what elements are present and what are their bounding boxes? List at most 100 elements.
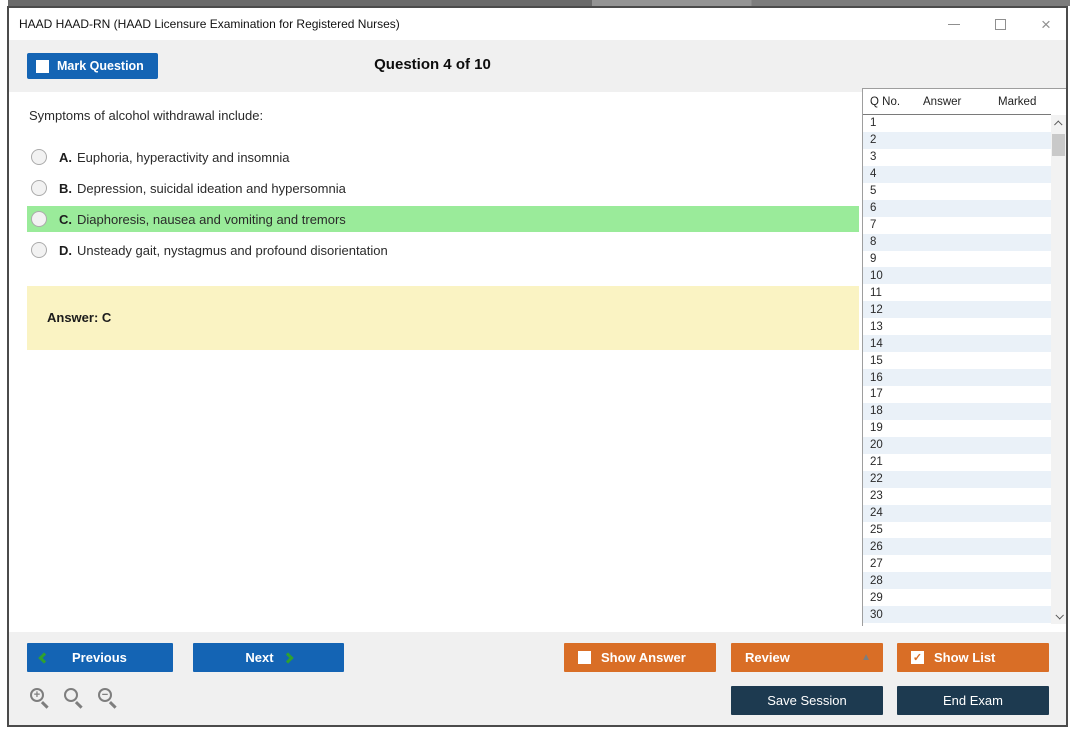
- radio-icon[interactable]: [31, 211, 47, 227]
- show-list-button[interactable]: ✓ Show List: [897, 643, 1049, 672]
- radio-icon[interactable]: [31, 149, 47, 165]
- question-list-row[interactable]: 1: [863, 115, 1051, 132]
- question-list-row[interactable]: 6: [863, 199, 1051, 217]
- question-number: 10: [870, 269, 883, 282]
- zoom-out-icon[interactable]: −: [97, 687, 121, 711]
- question-list-row[interactable]: 5: [863, 182, 1051, 200]
- question-list-row[interactable]: 22: [863, 470, 1051, 488]
- question-list-row[interactable]: 4: [863, 165, 1051, 183]
- option-b[interactable]: B. Depression, suicidal ideation and hyp…: [27, 175, 859, 201]
- option-letter: D.: [59, 242, 72, 258]
- question-number: 24: [870, 507, 883, 520]
- question-area: Symptoms of alcohol withdrawal include: …: [9, 88, 1066, 632]
- window-title: HAAD HAAD-RN (HAAD Licensure Examination…: [19, 17, 400, 31]
- question-list-row[interactable]: 11: [863, 284, 1051, 302]
- question-list-row[interactable]: 7: [863, 216, 1051, 234]
- scroll-up-button[interactable]: [1051, 115, 1066, 132]
- question-list-row[interactable]: 3: [863, 148, 1051, 166]
- radio-icon[interactable]: [31, 242, 47, 258]
- previous-label: Previous: [72, 650, 127, 665]
- close-button[interactable]: ×: [1036, 14, 1056, 34]
- close-icon: ×: [1041, 14, 1051, 34]
- option-text: Depression, suicidal ideation and hypers…: [77, 180, 346, 196]
- end-exam-button[interactable]: End Exam: [897, 686, 1049, 715]
- option-c-highlighted[interactable]: C. Diaphoresis, nausea and vomiting and …: [27, 206, 859, 232]
- column-header-qno: Q No.: [870, 96, 901, 108]
- question-list-row[interactable]: 24: [863, 504, 1051, 522]
- question-list-row[interactable]: 23: [863, 487, 1051, 505]
- option-letter: C.: [59, 211, 72, 227]
- question-number: 19: [870, 422, 883, 435]
- maximize-icon: [994, 18, 1006, 30]
- question-list-row[interactable]: 13: [863, 318, 1051, 336]
- option-a[interactable]: A. Euphoria, hyperactivity and insomnia: [27, 144, 859, 170]
- options-list: A. Euphoria, hyperactivity and insomnia …: [27, 144, 859, 268]
- maximize-button[interactable]: [990, 14, 1010, 34]
- question-list-row[interactable]: 15: [863, 352, 1051, 370]
- question-number: 14: [870, 337, 883, 350]
- question-number: 28: [870, 574, 883, 587]
- question-number: 15: [870, 354, 883, 367]
- question-list-row[interactable]: 26: [863, 538, 1051, 556]
- previous-button[interactable]: Previous: [27, 643, 173, 672]
- question-number: 17: [870, 388, 883, 401]
- question-list-row[interactable]: 9: [863, 250, 1051, 268]
- show-list-checkbox[interactable]: ✓: [911, 651, 924, 664]
- scrollbar[interactable]: [1051, 115, 1066, 624]
- show-answer-checkbox[interactable]: [578, 651, 591, 664]
- question-number: 1: [870, 117, 877, 130]
- zoom-icon[interactable]: [63, 687, 87, 711]
- title-bar: HAAD HAAD-RN (HAAD Licensure Examination…: [9, 8, 1066, 40]
- question-number: 13: [870, 320, 883, 333]
- question-number: 7: [870, 219, 877, 232]
- answer-box: Answer: C: [27, 286, 859, 350]
- question-number: 12: [870, 303, 883, 316]
- question-number: 30: [870, 608, 883, 621]
- question-list-row[interactable]: 18: [863, 402, 1051, 420]
- question-list-row[interactable]: 10: [863, 267, 1051, 285]
- scroll-down-button[interactable]: [1051, 607, 1066, 624]
- zoom-in-icon[interactable]: +: [29, 687, 53, 711]
- column-header-marked: Marked: [998, 96, 1037, 108]
- next-button[interactable]: Next: [193, 643, 344, 672]
- question-list-panel: Q No. Answer Marked 1 2 3 4 5 6 7 8 9 10 11 12 13 14 1…: [862, 88, 1066, 626]
- question-number: 11: [870, 286, 882, 299]
- question-list-row[interactable]: 2: [863, 131, 1051, 149]
- option-text: Euphoria, hyperactivity and insomnia: [77, 149, 290, 165]
- question-list-row[interactable]: 29: [863, 589, 1051, 607]
- question-list-rows: 1 2 3 4 5 6 7 8 9 10 11 12 13 14 15 16 17 18 19 20 21 22 23 24 2…: [863, 115, 1051, 624]
- question-number: 16: [870, 371, 883, 384]
- question-list-row[interactable]: 12: [863, 301, 1051, 319]
- question-number: 27: [870, 557, 883, 570]
- question-number: 5: [870, 185, 877, 198]
- review-button[interactable]: Review ▲: [731, 643, 883, 672]
- chevron-up-icon: [1053, 119, 1063, 129]
- question-number: 4: [870, 168, 877, 181]
- question-list-row[interactable]: 21: [863, 453, 1051, 471]
- question-list-row[interactable]: 19: [863, 419, 1051, 437]
- question-number: 26: [870, 540, 883, 553]
- option-letter: B.: [59, 180, 72, 196]
- option-letter: A.: [59, 149, 72, 165]
- answer-label: Answer: C: [47, 310, 112, 325]
- question-list-row[interactable]: 16: [863, 369, 1051, 386]
- question-list-row[interactable]: 8: [863, 233, 1051, 251]
- question-list-row[interactable]: 27: [863, 555, 1051, 573]
- question-list-row[interactable]: 30: [863, 606, 1051, 624]
- question-list-row[interactable]: 17: [863, 386, 1051, 403]
- question-number: 25: [870, 523, 883, 536]
- minimize-button[interactable]: [944, 14, 964, 34]
- scrollbar-thumb[interactable]: [1052, 134, 1065, 156]
- question-list-row[interactable]: 25: [863, 521, 1051, 539]
- option-d[interactable]: D. Unsteady gait, nystagmus and profound…: [27, 237, 859, 263]
- save-session-button[interactable]: Save Session: [731, 686, 883, 715]
- question-list-row[interactable]: 28: [863, 572, 1051, 590]
- question-list-header: Q No. Answer Marked: [863, 89, 1051, 115]
- question-number: 20: [870, 439, 883, 452]
- question-list-row[interactable]: 20: [863, 436, 1051, 454]
- footer-bar: Previous Next Show Answer Review ▲ ✓ Sho…: [9, 632, 1066, 725]
- show-answer-button[interactable]: Show Answer: [564, 643, 716, 672]
- radio-icon[interactable]: [31, 180, 47, 196]
- save-session-label: Save Session: [767, 693, 847, 708]
- question-list-row[interactable]: 14: [863, 335, 1051, 353]
